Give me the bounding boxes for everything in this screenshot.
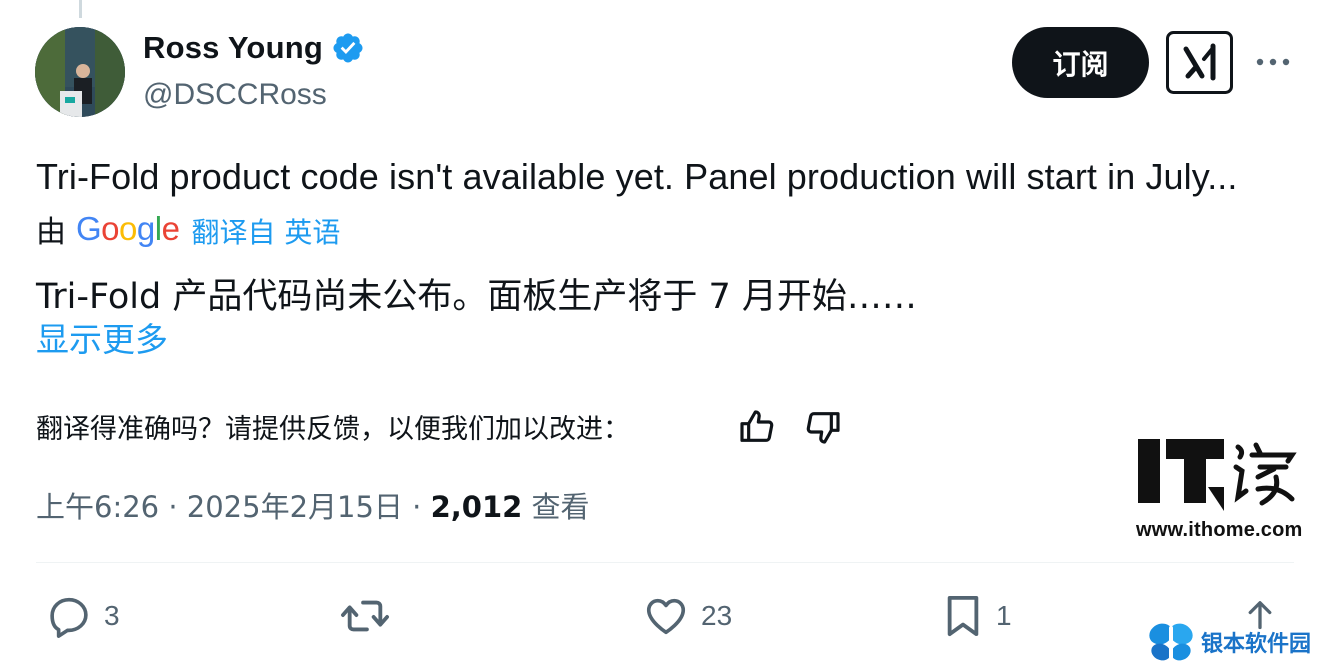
- author-handle[interactable]: @DSCCRoss: [143, 78, 327, 112]
- like-count: 23: [701, 600, 733, 631]
- google-logo: Google: [76, 210, 180, 247]
- thumbs-down-icon[interactable]: [803, 407, 843, 447]
- meta-separator-2: ·: [412, 490, 422, 524]
- like-button[interactable]: 23: [643, 592, 732, 640]
- retweet-icon: [341, 600, 389, 632]
- grok-icon[interactable]: [1166, 31, 1233, 94]
- translated-by-label: 由: [36, 215, 66, 250]
- translated-tweet-text: Tri-Fold 产品代码尚未公布。面板生产将于 7 月开始……: [36, 277, 917, 317]
- tweet-time[interactable]: 上午6:26: [36, 490, 159, 524]
- avatar-photo: [35, 27, 125, 117]
- heart-icon: [646, 598, 686, 635]
- thread-connector-line: [79, 0, 82, 18]
- reply-count: 3: [104, 600, 120, 631]
- thumbs-up-icon[interactable]: [737, 407, 777, 447]
- translated-from-link[interactable]: 翻译自 英语: [191, 213, 340, 253]
- tweet-meta-row: 上午6:26 · 2025年2月15日 · 2,012 查看: [36, 484, 590, 526]
- translation-attribution: 由 Google 翻译自 英语: [36, 210, 340, 253]
- translation-feedback-row: 翻译得准确吗？请提供反馈，以便我们加以改进：: [36, 404, 630, 448]
- author-avatar[interactable]: [35, 27, 125, 117]
- bookmark-icon: [947, 595, 979, 637]
- tweet-date[interactable]: 2025年2月15日: [187, 490, 403, 524]
- subscribe-button[interactable]: 订阅: [1012, 27, 1149, 98]
- tweet-text: Tri-Fold product code isn't available ye…: [36, 156, 1238, 197]
- ithome-watermark-url: www.ithome.com: [1136, 519, 1303, 541]
- author-name-row: Ross Young: [143, 30, 365, 66]
- translation-feedback-prompt: 翻译得准确吗？请提供反馈，以便我们加以改进：: [36, 413, 630, 445]
- author-display-name[interactable]: Ross Young: [143, 30, 323, 66]
- show-more-link[interactable]: 显示更多: [36, 313, 168, 361]
- reply-button[interactable]: 3: [46, 592, 120, 640]
- bottom-watermark: 银本软件园: [1147, 618, 1311, 666]
- reply-icon: [50, 597, 88, 638]
- retweet-button[interactable]: [340, 592, 402, 640]
- butterfly-logo-icon: [1149, 623, 1193, 661]
- verified-badge-icon[interactable]: [331, 31, 365, 65]
- actions-divider: [36, 562, 1294, 563]
- bottom-watermark-text: 银本软件园: [1201, 632, 1312, 657]
- meta-separator: ·: [168, 490, 178, 524]
- more-horizontal-icon[interactable]: [1255, 52, 1291, 72]
- views-label: 查看: [531, 490, 590, 524]
- bookmark-button[interactable]: 1: [942, 592, 1012, 640]
- views-count: 2,012: [430, 490, 523, 524]
- bookmark-count: 1: [996, 600, 1012, 631]
